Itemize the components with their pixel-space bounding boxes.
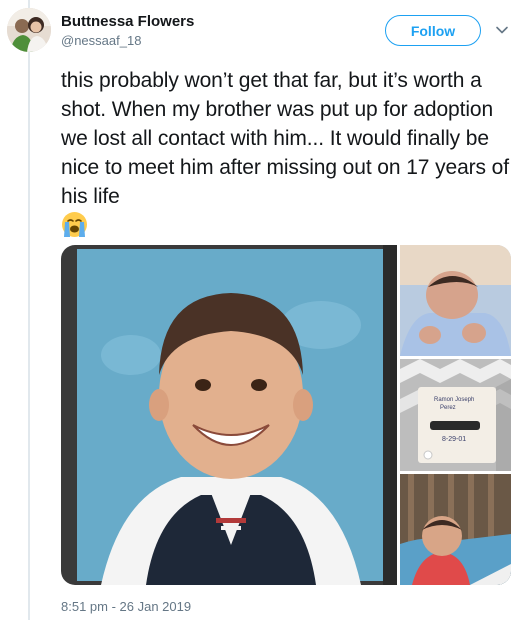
photo-newborn[interactable] [400,245,511,356]
card-text-line-3: 8-29-01 [442,436,466,443]
card-text-line-1: Ramon Joseph [434,397,474,403]
photo-main-toddler[interactable] [61,245,397,585]
card-text-line-2: Perez [440,405,456,411]
tweet-text-content: this probably won’t get that far, but it… [61,69,509,208]
photo-baby-crib[interactable] [400,474,511,585]
user-avatar[interactable] [7,8,51,52]
loudly-crying-face-icon [61,211,88,238]
media-grid: Ramon Joseph Perez 8-29-01 [61,245,511,585]
tweet-timestamp[interactable]: 8:51 pm - 26 Jan 2019 [61,599,191,614]
tweet: Buttnessa Flowers @nessaaf_18 Follow thi… [0,0,520,620]
photo-bracelet-card[interactable]: Ramon Joseph Perez 8-29-01 [400,359,511,471]
tweet-text: this probably won’t get that far, but it… [61,66,511,240]
follow-button[interactable]: Follow [385,15,481,46]
user-handle[interactable]: @nessaaf_18 [61,33,141,48]
chevron-down-icon[interactable] [494,22,510,38]
display-name[interactable]: Buttnessa Flowers [61,13,194,30]
